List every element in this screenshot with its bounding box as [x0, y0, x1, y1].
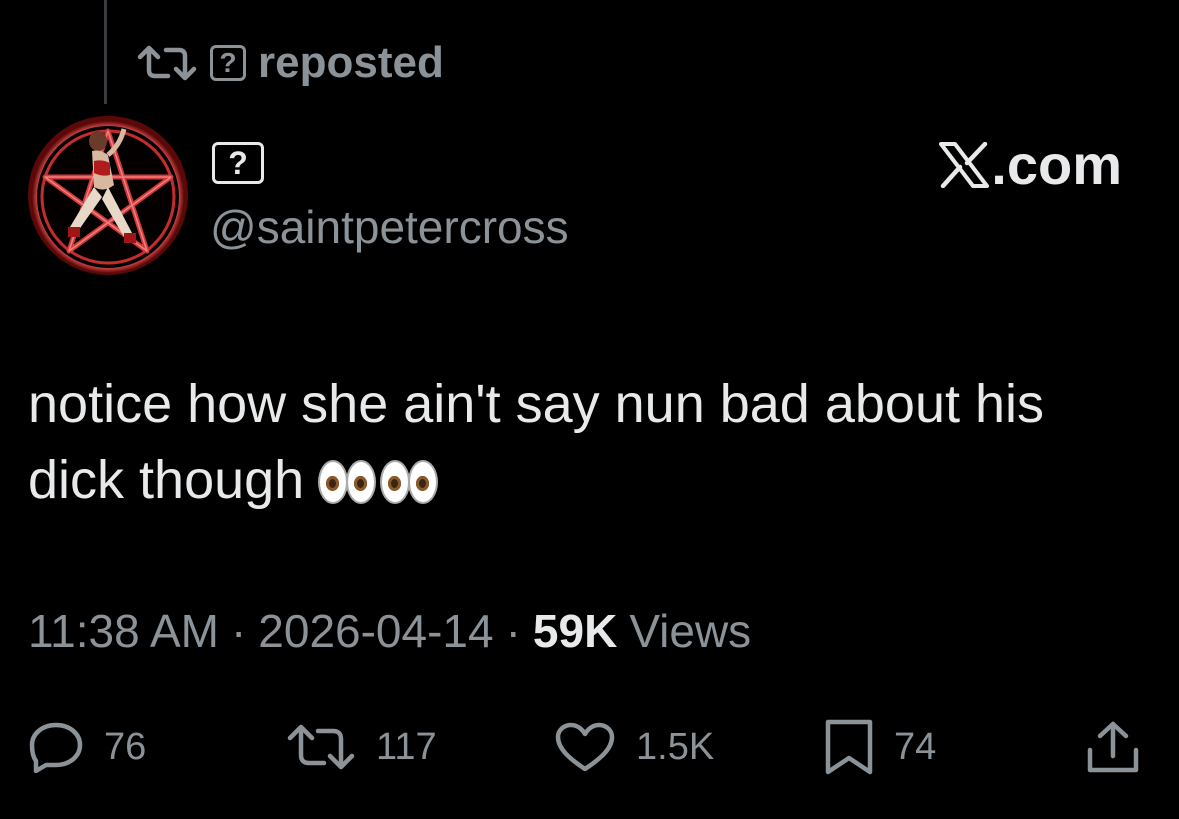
post-date[interactable]: 2026-04-14	[258, 604, 493, 658]
reply-icon	[29, 722, 83, 773]
display-name[interactable]: ?	[212, 142, 264, 184]
post-text: notice how she ain't say nun bad about h…	[28, 374, 1045, 510]
views-count[interactable]: 59K	[533, 604, 617, 658]
repost-button[interactable]: 117	[286, 712, 437, 782]
brand-domain: .com	[991, 133, 1122, 196]
repost-context[interactable]: ? reposted	[136, 38, 444, 88]
unknown-glyph-box: ?	[210, 45, 246, 81]
thread-connector-line	[104, 0, 107, 104]
like-button[interactable]: 1.5K	[554, 712, 714, 782]
bookmark-count: 74	[894, 725, 937, 768]
post-time[interactable]: 11:38 AM	[28, 604, 219, 658]
repost-label: reposted	[258, 38, 444, 87]
reply-count: 76	[104, 725, 147, 768]
eyes-emoji-group	[318, 460, 439, 504]
bookmark-button[interactable]: 74	[824, 712, 936, 782]
eyes-emoji	[318, 460, 377, 504]
meta-separator: ·	[505, 605, 521, 657]
views-label[interactable]: Views	[629, 604, 751, 658]
action-bar: 76 117 1.5K 74	[0, 712, 1179, 782]
repost-icon	[287, 724, 355, 770]
repost-icon	[136, 44, 198, 82]
reply-button[interactable]: 76	[28, 712, 146, 782]
repost-count: 117	[376, 725, 437, 768]
avatar[interactable]	[28, 115, 188, 275]
post-meta: 11:38 AM · 2026-04-14 · 59K Views	[28, 604, 751, 658]
meta-separator: ·	[230, 605, 247, 657]
post-body: notice how she ain't say nun bad about h…	[28, 366, 1138, 518]
heart-icon	[555, 722, 615, 772]
user-handle[interactable]: @saintpetercross	[210, 200, 569, 254]
share-icon	[1087, 721, 1139, 773]
eyes-emoji	[380, 460, 439, 504]
bookmark-icon	[825, 719, 873, 775]
unknown-glyph-box: ?	[212, 142, 264, 184]
x-logo-icon	[939, 141, 990, 188]
share-button[interactable]	[1086, 712, 1140, 782]
like-count: 1.5K	[636, 725, 715, 768]
brand-watermark: .com	[939, 132, 1122, 197]
